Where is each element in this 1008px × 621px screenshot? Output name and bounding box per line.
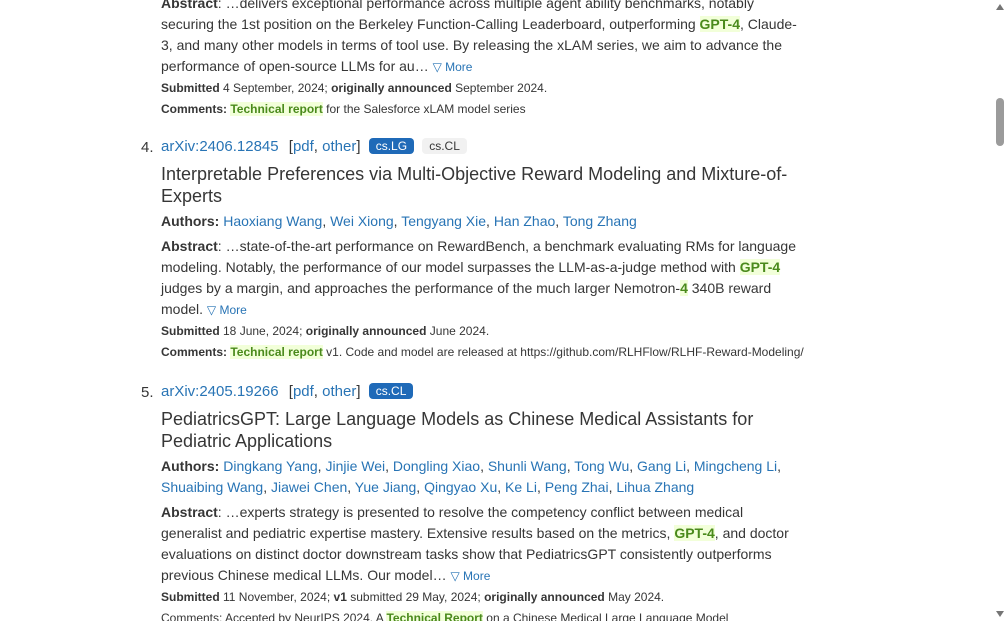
authors-line: Authors: Dingkang Yang, Jinjie Wei, Dong… — [161, 458, 782, 495]
paper-title: Interpretable Preferences via Multi-Obje… — [161, 164, 788, 206]
scroll-down-arrow-icon[interactable] — [996, 611, 1004, 617]
other-link[interactable]: other — [322, 383, 356, 400]
author-link[interactable]: Han Zhao — [494, 213, 555, 229]
pdf-link[interactable]: pdf — [293, 138, 314, 155]
submitted-line: Submitted 18 June, 2024; originally anno… — [161, 324, 490, 338]
comments-line: Comments: Accepted by NeurIPS 2024. A Te… — [161, 608, 841, 621]
author-link[interactable]: Dingkang Yang — [223, 458, 317, 474]
arxiv-id-link[interactable]: arXiv:2405.19266 — [161, 383, 279, 400]
more-link[interactable]: ▽ More — [433, 60, 473, 74]
result-number: 4. — [141, 139, 154, 156]
highlight-gpt4: GPT-4 — [699, 16, 741, 32]
author-link[interactable]: Mingcheng Li — [694, 458, 777, 474]
result-4: 4. arXiv:2406.12845 [pdf, other] cs.LG c… — [141, 137, 841, 363]
category-tag-primary[interactable]: cs.LG — [368, 138, 415, 154]
author-link[interactable]: Tong Wu — [574, 458, 629, 474]
author-link[interactable]: Wei Xiong — [330, 213, 394, 229]
author-link[interactable]: Yue Jiang — [355, 479, 417, 495]
abstract: Abstract: …state-of-the-art performance … — [161, 238, 796, 317]
author-link[interactable]: Gang Li — [637, 458, 686, 474]
other-link[interactable]: other — [322, 138, 356, 155]
author-link[interactable]: Ke Li — [505, 479, 537, 495]
author-link[interactable]: Qingyao Xu — [424, 479, 497, 495]
author-link[interactable]: Jiawei Chen — [271, 479, 347, 495]
id-line: arXiv:2405.19266 [pdf, other] cs.CL — [161, 382, 841, 402]
search-results: Abstract: …delivers exceptional performa… — [0, 0, 992, 621]
scrollbar-thumb[interactable] — [996, 98, 1004, 146]
scroll-up-arrow-icon[interactable] — [996, 4, 1004, 10]
id-line: arXiv:2406.12845 [pdf, other] cs.LG cs.C… — [161, 137, 841, 157]
result-5: 5. arXiv:2405.19266 [pdf, other] cs.CL P… — [141, 382, 841, 621]
arxiv-id-link[interactable]: arXiv:2406.12845 — [161, 138, 279, 155]
submitted-line: Submitted 11 November, 2024; v1 submitte… — [161, 590, 665, 604]
author-link[interactable]: Tong Zhang — [563, 213, 637, 229]
pdf-link[interactable]: pdf — [293, 383, 314, 400]
comments-line: Comments: Technical report v1. Code and … — [161, 345, 804, 359]
author-link[interactable]: Shuaibing Wang — [161, 479, 263, 495]
more-link[interactable]: ▽ More — [450, 569, 490, 583]
abstract: Abstract: …experts strategy is presented… — [161, 504, 789, 583]
highlight-gpt4: GPT-4 — [739, 259, 781, 275]
author-link[interactable]: Dongling Xiao — [393, 458, 480, 474]
bracket-close: ] — [356, 383, 361, 400]
more-link[interactable]: ▽ More — [207, 303, 247, 317]
highlight-gpt4: GPT-4 — [674, 525, 715, 541]
submitted-line: Submitted 4 September, 2024; originally … — [161, 81, 548, 95]
result-3: Abstract: …delivers exceptional performa… — [161, 0, 841, 120]
bracket-close: ] — [356, 138, 361, 155]
vertical-scrollbar[interactable] — [992, 0, 1008, 621]
author-link[interactable]: Haoxiang Wang — [223, 213, 322, 229]
paper-title: PediatricsGPT: Large Language Models as … — [161, 409, 754, 451]
category-tag-primary[interactable]: cs.CL — [368, 383, 414, 399]
comments-line: Comments: Technical report for the Sales… — [161, 102, 526, 116]
author-link[interactable]: Shunli Wang — [488, 458, 567, 474]
authors-line: Authors: Haoxiang Wang, Wei Xiong, Tengy… — [161, 213, 637, 229]
author-link[interactable]: Peng Zhai — [545, 479, 609, 495]
category-tag-secondary[interactable]: cs.CL — [422, 138, 467, 154]
author-link[interactable]: Tengyang Xie — [401, 213, 486, 229]
result-number: 5. — [141, 384, 154, 401]
author-link[interactable]: Jinjie Wei — [325, 458, 385, 474]
abstract: Abstract: …delivers exceptional performa… — [161, 0, 797, 74]
author-link[interactable]: Lihua Zhang — [616, 479, 694, 495]
